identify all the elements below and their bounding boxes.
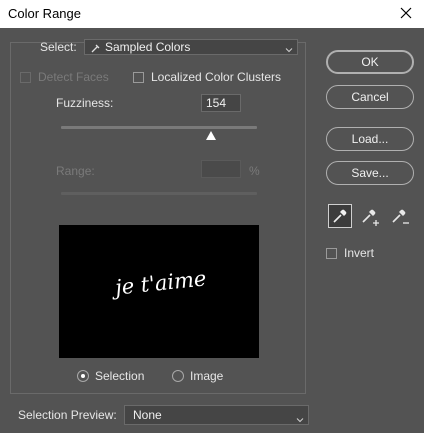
select-label: Select: xyxy=(40,40,77,54)
save-button[interactable]: Save... xyxy=(326,161,414,185)
invert-label: Invert xyxy=(344,246,375,260)
chevron-down-icon xyxy=(285,43,293,53)
sampled-colors-eyedropper-icon xyxy=(91,42,101,53)
handwritten-text: je t'aime xyxy=(113,266,208,300)
eyedropper-minus-icon[interactable] xyxy=(388,204,412,228)
image-radio[interactable] xyxy=(172,370,184,382)
select-dropdown[interactable]: Sampled Colors xyxy=(84,39,298,55)
fuzziness-label: Fuzziness: xyxy=(56,96,114,110)
localized-clusters-label: Localized Color Clusters xyxy=(151,70,282,84)
select-value: Sampled Colors xyxy=(105,40,191,54)
selection-preview-value: None xyxy=(133,408,162,422)
close-icon[interactable] xyxy=(396,3,416,23)
window-title: Color Range xyxy=(8,6,81,21)
range-label: Range: xyxy=(56,164,95,178)
cancel-button[interactable]: Cancel xyxy=(326,85,414,109)
selection-radio-label: Selection xyxy=(95,369,145,383)
fuzziness-value: 154 xyxy=(206,96,227,110)
range-unit: % xyxy=(249,164,260,178)
detect-faces-checkbox[interactable] xyxy=(20,72,31,83)
title-bar: Color Range xyxy=(0,0,424,28)
selection-preview-image: je t'aime xyxy=(59,225,259,358)
selection-radio[interactable] xyxy=(77,370,89,382)
load-button[interactable]: Load... xyxy=(326,127,414,151)
selection-preview-label: Selection Preview: xyxy=(18,408,117,422)
fuzziness-slider-track[interactable] xyxy=(61,126,257,129)
eyedropper-icon[interactable] xyxy=(328,204,352,228)
range-slider-track[interactable] xyxy=(61,192,257,195)
eyedropper-plus-icon[interactable] xyxy=(358,204,382,228)
invert-checkbox[interactable] xyxy=(326,248,337,259)
selection-preview-dropdown[interactable]: None xyxy=(124,405,309,425)
detect-faces-label: Detect Faces xyxy=(38,70,109,84)
fuzziness-input[interactable]: 154 xyxy=(201,94,241,112)
fuzziness-slider-thumb[interactable] xyxy=(205,130,217,141)
ok-button[interactable]: OK xyxy=(326,50,414,74)
chevron-down-icon xyxy=(296,411,304,423)
localized-clusters-checkbox[interactable] xyxy=(133,72,144,83)
range-input[interactable] xyxy=(201,160,241,178)
image-radio-label: Image xyxy=(190,369,224,383)
